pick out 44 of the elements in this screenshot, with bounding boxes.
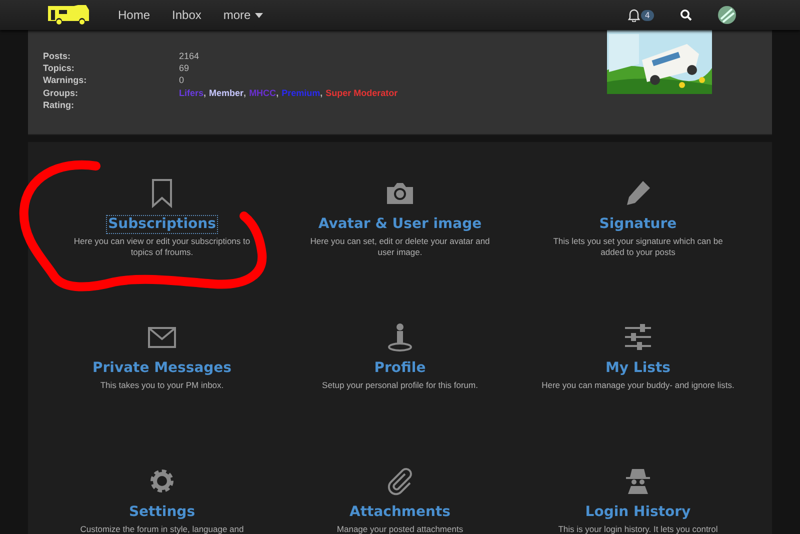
nav-link[interactable]: Home	[118, 8, 150, 22]
option-title[interactable]: Login History	[583, 503, 693, 522]
option-description: Here you can set, edit or delete your avatar and user image.	[309, 236, 491, 258]
option-title[interactable]: Avatar & User image	[316, 215, 484, 234]
option-title[interactable]: Profile	[372, 359, 428, 378]
sliders-icon[interactable]	[623, 322, 653, 352]
group-name[interactable]: Super Moderator	[326, 88, 398, 98]
bell-icon[interactable]	[628, 8, 640, 22]
separator: ,	[244, 88, 246, 98]
option-title[interactable]: Private Messages	[90, 359, 234, 378]
stat-label: Posts:	[43, 51, 72, 62]
option-description: Here you can view or edit your subscriptions to topics of froums.	[72, 236, 252, 258]
separator: ,	[204, 88, 206, 98]
notification-count: 4	[640, 10, 654, 20]
separator: ,	[276, 88, 279, 98]
stat-label: Topics:	[43, 63, 76, 74]
stat-value: 69	[179, 63, 190, 74]
camper-logo-icon[interactable]	[46, 4, 90, 26]
option-description: Here you can manage your buddy- and ignore lists.	[540, 380, 736, 391]
stat-label: Rating:	[43, 100, 75, 110]
search-icon[interactable]	[680, 9, 692, 21]
stat-value: 2164	[179, 51, 200, 62]
option-title[interactable]: Subscriptions	[106, 215, 218, 234]
option-description: Setup your personal profile for this forum.	[321, 380, 479, 391]
separator: ,	[320, 88, 323, 98]
person-icon[interactable]	[385, 322, 415, 352]
paperclip-icon[interactable]	[385, 466, 415, 496]
nav-link[interactable]: more	[223, 8, 263, 22]
option-description: This is your login history. It lets you control	[557, 524, 719, 534]
option-description: Customize the forum in style, language and	[79, 524, 245, 534]
spy-icon[interactable]	[623, 466, 653, 496]
stat-value: 0	[179, 75, 184, 86]
nav-link[interactable]: Inbox	[172, 8, 202, 22]
option-title[interactable]: Signature	[597, 215, 679, 234]
group-name[interactable]: Member	[209, 88, 244, 98]
stat-label: Groups:	[43, 88, 79, 98]
option-description: This lets you set your signature which can be added to your posts	[552, 236, 724, 258]
option-title[interactable]: Settings	[126, 503, 198, 522]
option-title[interactable]: My Lists	[603, 359, 672, 378]
option-description: This takes you to your PM inbox.	[99, 380, 225, 391]
stat-label: Warnings:	[43, 75, 88, 86]
option-title[interactable]: Attachments	[347, 503, 452, 522]
option-description: Manage your posted attachments	[336, 524, 464, 534]
avatar-icon[interactable]	[718, 6, 736, 24]
